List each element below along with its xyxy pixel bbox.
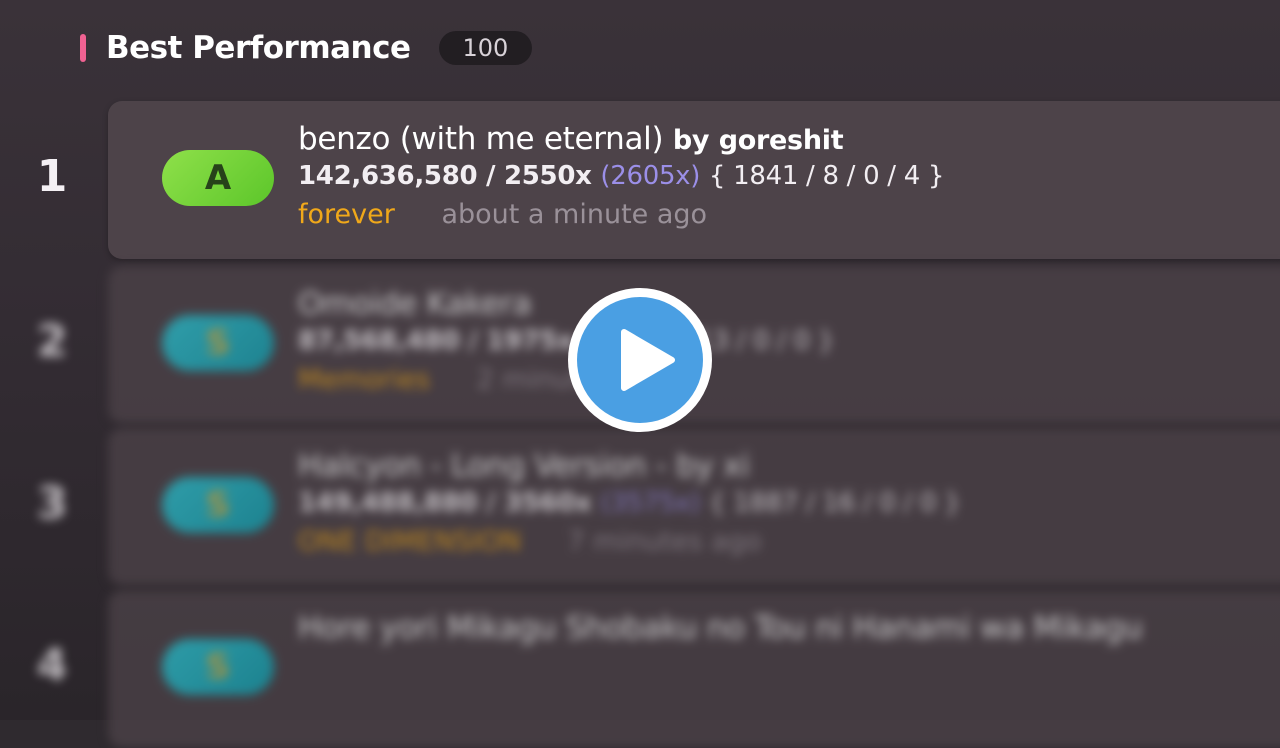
judgements: { 1887 / 16 / 0 / 0 }: [708, 488, 961, 518]
score-meta: Memories 2 minutes ago: [298, 364, 834, 395]
score-rank: 2: [36, 316, 68, 367]
timestamp: about a minute ago: [441, 199, 708, 230]
play-icon: [621, 329, 675, 391]
score-rank: 3: [36, 478, 68, 529]
max-combo: (2605x): [600, 161, 701, 191]
section-count-badge: 100: [438, 31, 533, 65]
score-stats: 149,488,880 / 3560x (3575x) { 1887 / 16 …: [298, 488, 961, 518]
score-meta: forever about a minute ago: [298, 199, 944, 230]
difficulty-name: forever: [298, 199, 395, 230]
difficulty-name: Memories: [298, 364, 431, 395]
score-card[interactable]: S Halcyon - Long Version - by xi 149,488…: [108, 428, 1280, 586]
song-title: Halcyon - Long Version - by xi: [298, 448, 750, 484]
score-stats: 142,636,580 / 2550x (2605x) { 1841 / 8 /…: [298, 161, 944, 191]
play-button[interactable]: [568, 288, 712, 432]
score-stats: 87,568,480 / 1975x { 1418 / 13 / 0 / 0 }: [298, 326, 834, 356]
score-row[interactable]: 4 S Hore yori Mikagu Shobaku no Tou ni H…: [0, 590, 1280, 748]
score-and-combo: 149,488,880 / 3560x: [298, 488, 592, 518]
score-rank: 4: [36, 640, 68, 691]
score-card[interactable]: A benzo (with me eternal) by goreshit 14…: [108, 101, 1280, 259]
grade-badge: A: [162, 150, 274, 206]
artist-prefix: by: [672, 125, 710, 156]
score-meta: ONE DIMENSION 7 minutes ago: [298, 526, 960, 557]
score-row[interactable]: 1 A benzo (with me eternal) by goreshit …: [0, 101, 1280, 259]
section-header: Best Performance 100: [80, 28, 533, 68]
score-info: benzo (with me eternal) by goreshit 142,…: [298, 121, 944, 230]
max-combo: (3575x): [600, 488, 701, 518]
score-and-combo: 87,568,480 / 1975x: [298, 326, 574, 356]
song-title-line: benzo (with me eternal) by goreshit: [298, 121, 944, 157]
section-title: Best Performance: [106, 30, 411, 66]
grade-badge: S: [162, 477, 274, 533]
song-title: benzo (with me eternal): [298, 121, 664, 157]
score-info: Halcyon - Long Version - by xi 149,488,8…: [298, 448, 961, 557]
score-info: Omoide Kakera 87,568,480 / 1975x { 1418 …: [298, 286, 834, 395]
score-and-combo: 142,636,580 / 2550x: [298, 161, 592, 191]
judgements: { 1841 / 8 / 0 / 4 }: [708, 161, 945, 191]
timestamp: 7 minutes ago: [567, 526, 762, 557]
score-rank: 1: [36, 151, 68, 202]
grade-badge: S: [162, 639, 274, 695]
difficulty-name: ONE DIMENSION: [298, 526, 521, 557]
grade-badge: S: [162, 315, 274, 371]
section-accent-bar: [80, 34, 86, 62]
score-info: Hore yori Mikagu Shobaku no Tou ni Hanam…: [298, 610, 1143, 646]
artist-name: goreshit: [718, 125, 844, 156]
score-card[interactable]: S Hore yori Mikagu Shobaku no Tou ni Han…: [108, 590, 1280, 748]
song-title: Omoide Kakera: [298, 286, 532, 322]
song-title: Hore yori Mikagu Shobaku no Tou ni Hanam…: [298, 610, 1143, 646]
score-row[interactable]: 3 S Halcyon - Long Version - by xi 149,4…: [0, 428, 1280, 586]
